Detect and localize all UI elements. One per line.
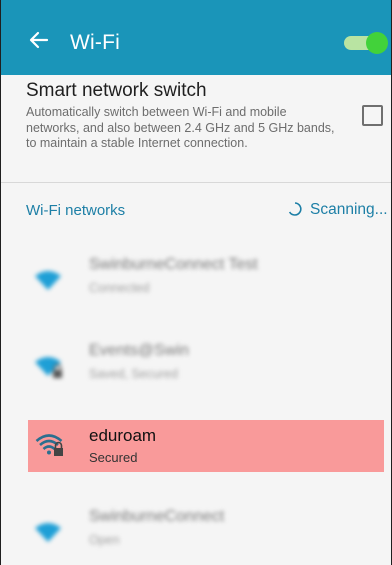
divider [1, 182, 391, 183]
network-status: Saved, Secured [89, 367, 178, 381]
smart-network-switch-checkbox[interactable] [362, 105, 383, 126]
scanning-status: Scanning... [287, 201, 388, 222]
network-status: Secured [89, 450, 138, 465]
wifi-networks-header: Wi-Fi networks [26, 202, 126, 219]
network-status: Open [89, 533, 120, 547]
network-item-selected[interactable]: eduroam Secured [1, 420, 391, 490]
network-name: SwinburneConnect [89, 508, 225, 525]
wifi-signal-icon [34, 522, 62, 549]
smart-network-switch-description: Automatically switch between Wi-Fi and m… [26, 105, 335, 150]
app-bar: Wi-Fi [1, 0, 391, 75]
smart-network-switch-row[interactable]: Smart network switch Automatically switc… [1, 75, 391, 183]
network-name: eduroam [89, 426, 157, 445]
scanning-label: Scanning... [310, 201, 388, 218]
network-item[interactable]: SwinburneConnect Test Connected [1, 248, 391, 318]
page-title: Wi-Fi [70, 31, 120, 54]
wifi-signal-icon [34, 270, 62, 297]
network-item[interactable]: Events@Swin Saved, Secured [1, 334, 391, 404]
back-arrow-icon[interactable] [27, 28, 51, 52]
toggle-knob [366, 32, 388, 54]
wifi-secured-icon [34, 356, 64, 385]
wifi-secured-icon [35, 433, 65, 462]
network-status: Connected [89, 281, 150, 295]
network-name: Events@Swin [89, 342, 189, 359]
wifi-toggle[interactable] [344, 32, 388, 54]
network-name: SwinburneConnect Test [89, 256, 258, 273]
smart-network-switch-title: Smart network switch [26, 80, 207, 101]
spinner-icon [287, 201, 303, 222]
network-item[interactable]: SwinburneConnect Open [1, 500, 391, 565]
